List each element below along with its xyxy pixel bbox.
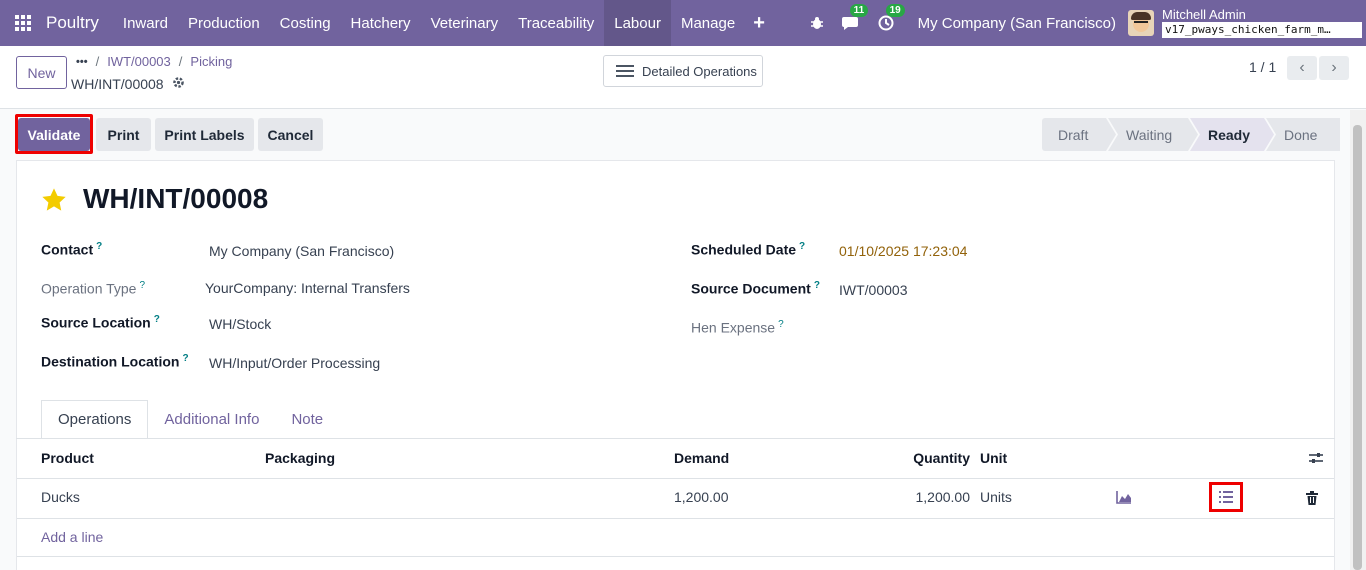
messages-icon[interactable]: 11 (841, 4, 869, 31)
control-panel: New ••• / IWT/00003 / Picking WH/INT/000… (0, 46, 1366, 109)
tabs-divider (16, 438, 1335, 439)
scheduled-date-field[interactable]: 01/10/2025 17:23:04 (839, 243, 967, 259)
menu-production[interactable]: Production (178, 0, 270, 46)
operation-type-field: YourCompany: Internal Transfers (205, 280, 410, 296)
destination-location-label: Destination Location? (41, 353, 189, 370)
source-document-label: Source Document? (691, 280, 820, 297)
breadcrumb-picking[interactable]: Picking (190, 54, 232, 69)
tab-additional-info[interactable]: Additional Info (148, 400, 275, 439)
print-button[interactable]: Print (96, 118, 151, 151)
detailed-operations-row-button[interactable] (1209, 482, 1243, 512)
tab-operations[interactable]: Operations (41, 400, 149, 439)
add-line-link[interactable]: Add a line (41, 529, 103, 545)
status-bar: Draft Waiting Ready Done (1042, 118, 1340, 151)
apps-menu-icon[interactable] (0, 0, 46, 46)
stage-done[interactable]: Done (1266, 118, 1340, 151)
header-divider (17, 478, 1334, 479)
top-navbar: Poultry Inward Production Costing Hatche… (0, 0, 1366, 46)
activities-clock-icon[interactable]: 19 (878, 4, 905, 31)
tab-note[interactable]: Note (275, 400, 339, 439)
plus-icon[interactable]: + (745, 0, 773, 46)
print-labels-button[interactable]: Print Labels (155, 118, 254, 151)
row-divider (17, 518, 1334, 519)
list-icon (616, 62, 634, 80)
trash-icon[interactable] (1306, 491, 1318, 508)
breadcrumb-current: WH/INT/00008 (71, 76, 185, 92)
new-button[interactable]: New (16, 56, 67, 89)
menu-labour[interactable]: Labour (604, 0, 671, 46)
pager-value[interactable]: 1 / 1 (1249, 59, 1276, 75)
source-location-label: Source Location? (41, 314, 160, 331)
row-product[interactable]: Ducks (41, 489, 80, 505)
user-name: Mitchell Admin (1162, 7, 1246, 22)
company-switcher[interactable]: My Company (San Francisco) (918, 15, 1116, 32)
row-demand[interactable]: 1,200.00 (674, 489, 729, 505)
activities-badge: 19 (885, 4, 905, 17)
app-brand[interactable]: Poultry (46, 13, 99, 33)
forecast-chart-icon[interactable] (1116, 490, 1132, 507)
user-menu[interactable]: Mitchell Admin v17_pways_chicken_farm_m… (1162, 8, 1362, 38)
user-avatar[interactable] (1128, 10, 1154, 36)
pager-next-button[interactable]: › (1319, 56, 1349, 80)
column-product[interactable]: Product (41, 450, 94, 466)
stage-draft[interactable]: Draft (1042, 118, 1116, 151)
column-quantity[interactable]: Quantity (890, 450, 970, 466)
detailed-operations-button[interactable]: Detailed Operations (603, 55, 763, 87)
menu-veterinary[interactable]: Veterinary (421, 0, 509, 46)
row-quantity[interactable]: 1,200.00 (890, 489, 971, 505)
row-unit[interactable]: Units (980, 489, 1012, 505)
breadcrumb-iwt[interactable]: IWT/00003 (107, 54, 171, 69)
messages-badge: 11 (849, 4, 869, 17)
column-packaging[interactable]: Packaging (265, 450, 335, 466)
column-settings-icon[interactable] (1308, 450, 1324, 469)
detailed-operations-label: Detailed Operations (642, 63, 757, 79)
record-name: WH/INT/00008 (71, 76, 164, 92)
menu-inward[interactable]: Inward (113, 0, 178, 46)
list-details-icon (1219, 491, 1233, 503)
contact-label: Contact? (41, 241, 103, 258)
menu-hatchery[interactable]: Hatchery (341, 0, 421, 46)
source-location-field[interactable]: WH/Stock (209, 316, 271, 332)
column-unit[interactable]: Unit (980, 450, 1007, 466)
scheduled-date-label: Scheduled Date? (691, 241, 806, 258)
operation-type-label: Operation Type? (41, 280, 146, 297)
database-name: v17_pways_chicken_farm_m… (1162, 22, 1362, 38)
row-divider-bottom (17, 556, 1334, 557)
validate-highlight-box (15, 114, 93, 154)
stage-waiting[interactable]: Waiting (1108, 118, 1198, 151)
record-title: WH/INT/00008 (83, 183, 269, 214)
pager-previous-button[interactable]: ‹ (1287, 56, 1317, 80)
cancel-button[interactable]: Cancel (258, 118, 323, 151)
breadcrumb-more[interactable]: ••• (76, 56, 88, 68)
gear-icon[interactable] (172, 76, 185, 92)
hen-expense-label: Hen Expense? (691, 319, 784, 336)
star-icon[interactable] (40, 186, 68, 217)
menu-traceability[interactable]: Traceability (508, 0, 604, 46)
scrollbar-thumb[interactable] (1353, 125, 1362, 570)
bug-icon[interactable] (810, 16, 824, 30)
column-demand[interactable]: Demand (674, 450, 729, 466)
stage-ready[interactable]: Ready (1190, 118, 1274, 151)
notebook-tabs: Operations Additional Info Note (41, 400, 339, 439)
source-document-field[interactable]: IWT/00003 (839, 282, 907, 298)
menu-costing[interactable]: Costing (270, 0, 341, 46)
breadcrumb: ••• / IWT/00003 / Picking (76, 54, 233, 69)
menu-manage[interactable]: Manage (671, 0, 745, 46)
contact-field[interactable]: My Company (San Francisco) (209, 243, 394, 259)
destination-location-field[interactable]: WH/Input/Order Processing (209, 355, 380, 371)
